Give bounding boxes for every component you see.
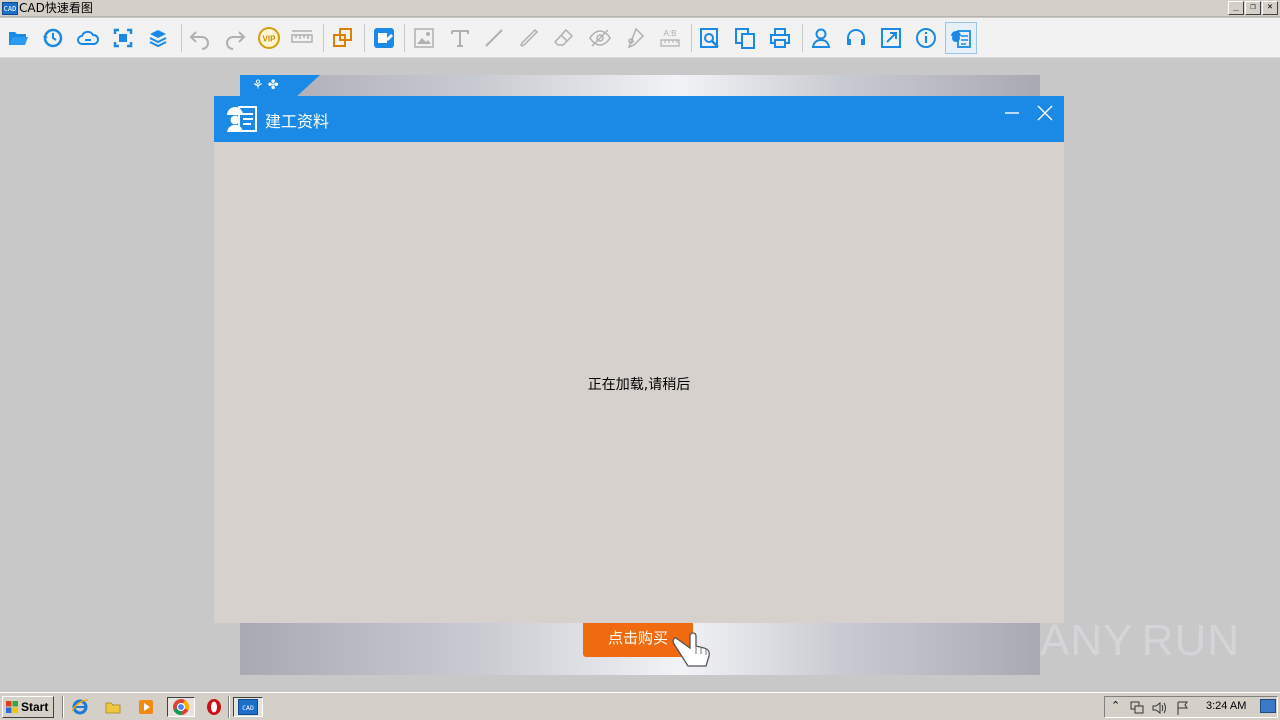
redo-icon[interactable] [219,22,251,54]
toolbar-separator [691,24,692,52]
tray-expand-icon[interactable]: ⌃ [1111,699,1120,712]
minimize-button[interactable]: _ [1228,1,1244,15]
compare-icon[interactable] [327,22,359,54]
pen-icon[interactable] [514,22,546,54]
tag-icon[interactable] [618,22,650,54]
eraser-icon[interactable] [548,22,580,54]
measure-icon[interactable] [286,22,318,54]
media-player-icon[interactable] [135,697,157,717]
support-icon[interactable] [840,22,872,54]
window-title: CAD快速看图 [19,1,93,15]
toolbar-separator [364,24,365,52]
line-icon[interactable] [478,22,510,54]
dialog-close-icon[interactable] [1036,104,1054,122]
taskbar-separator [62,696,64,718]
info-icon[interactable] [910,22,942,54]
close-button[interactable]: ✕ [1262,1,1278,15]
history-icon[interactable] [37,22,69,54]
share-icon[interactable] [875,22,907,54]
svg-text:VIP: VIP [263,35,277,44]
toolbar-separator [323,24,324,52]
app-icon: CAD [2,2,18,15]
hand-pointer-icon [672,632,710,667]
taskbar-separator [228,696,230,718]
ie-icon[interactable] [69,697,91,717]
ab-icon[interactable]: A:B [654,22,686,54]
dialog-title: 建工资料 [265,112,330,131]
print-icon[interactable] [764,22,796,54]
system-clock[interactable]: 3:24 AM [1206,700,1246,712]
start-button[interactable]: Start [2,696,54,718]
insert-image-icon[interactable] [408,22,440,54]
restore-button[interactable]: ❐ [1245,1,1261,15]
dialog-header[interactable]: 建工资料 [214,96,1064,142]
cloud-icon[interactable] [72,22,104,54]
open-folder-icon[interactable] [2,22,34,54]
banner-tab-icons: ⚘ ✤ [252,78,279,93]
cad-convert-icon[interactable] [368,22,400,54]
cad-taskbar-button[interactable]: CAD [233,697,263,717]
start-label: Start [21,700,49,714]
construction-docs-icon[interactable] [945,22,977,54]
svg-text:CAD: CAD [242,704,254,712]
taskbar: Start CAD ⌃ 3:24 AM [0,692,1280,720]
engineer-icon [227,106,257,132]
system-tray: ⌃ [1104,696,1278,718]
action-center-flag-icon[interactable] [1175,700,1191,716]
vip-icon[interactable]: VIP [253,22,285,54]
export-icon[interactable] [729,22,761,54]
network-icon[interactable] [1129,700,1145,716]
show-desktop-icon[interactable] [1260,699,1276,713]
opera-icon[interactable] [203,697,225,717]
dialog-minimize-icon[interactable] [1004,104,1020,120]
watermark-text-right: RUN [1141,616,1240,665]
loading-message: 正在加载,请稍后 [587,377,691,393]
volume-icon[interactable] [1151,700,1167,716]
chrome-icon[interactable] [167,697,195,717]
anyrun-watermark: ANY RUN [1040,610,1240,672]
text-icon[interactable] [444,22,476,54]
construction-docs-dialog: 建工资料 正在加载,请稍后 [214,96,1064,623]
toolbar-separator [404,24,405,52]
explorer-folder-icon[interactable] [102,697,124,717]
hide-icon[interactable] [584,22,616,54]
undo-icon[interactable] [184,22,216,54]
watermark-text-left: ANY [1040,616,1134,665]
windows-logo-icon [6,701,18,713]
main-toolbar: VIP A:B [0,18,1280,58]
toolbar-separator [181,24,182,52]
layers-icon[interactable] [142,22,174,54]
window-titlebar: CAD CAD快速看图 _ ❐ ✕ [0,0,1280,17]
user-icon[interactable] [805,22,837,54]
toolbar-separator [802,24,803,52]
svg-text:A:B: A:B [664,29,677,38]
search-drawing-icon[interactable] [694,22,726,54]
fit-view-icon[interactable] [107,22,139,54]
